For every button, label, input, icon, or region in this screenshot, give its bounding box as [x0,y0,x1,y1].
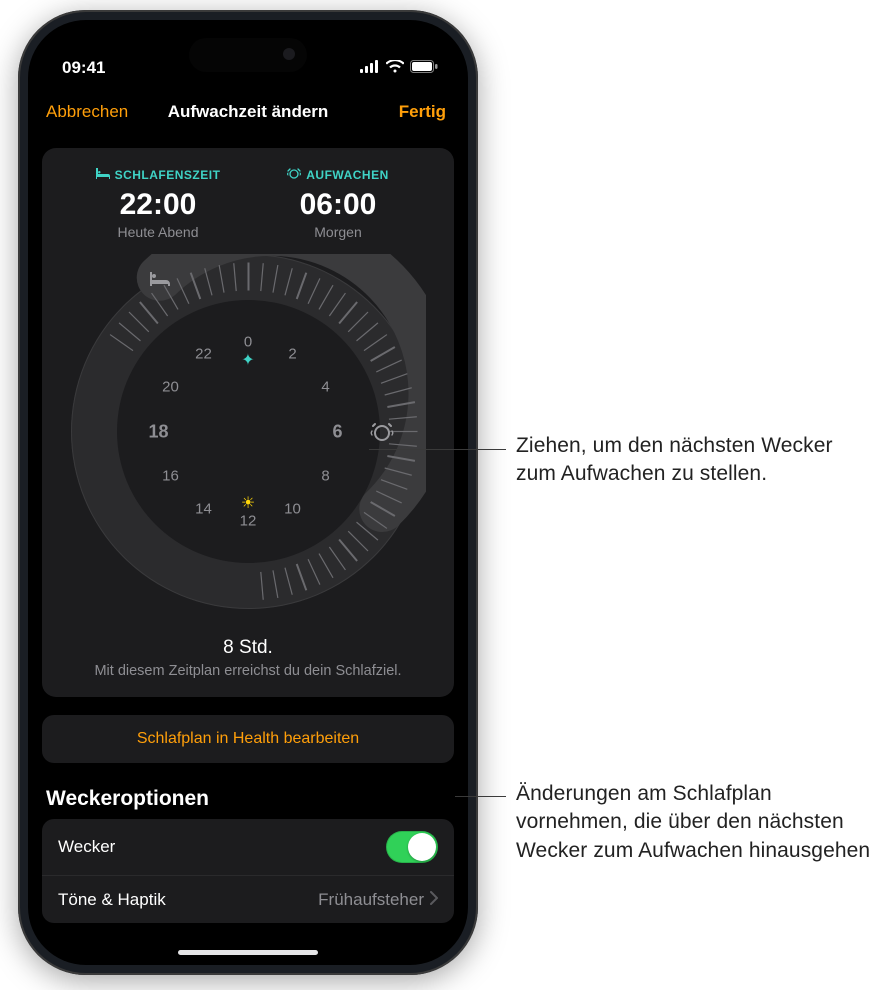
sparkle-icon: ✦ [241,350,254,370]
alarm-toggle-row[interactable]: Wecker [42,819,454,875]
screen: 09:41 Abbrechen Aufwachzeit ändern Ferti… [28,20,468,965]
bedtime-sub: Heute Abend [88,224,228,240]
alarm-options-header: Weckeroptionen [46,787,450,811]
callout-text-1: Ziehen, um den nächsten Wecker zum Aufwa… [516,432,871,489]
waketime-value: 06:00 [268,188,408,222]
wifi-icon [386,58,404,78]
bedtime-handle[interactable] [139,257,181,299]
notch [189,38,307,72]
dial-hour-4: 4 [321,379,329,396]
callout-text-2: Änderungen am Schlafplan vornehmen, die … [516,780,871,865]
nav-bar: Abbrechen Aufwachzeit ändern Fertig [28,90,468,134]
dial-hour-0: 0 [244,334,252,351]
duration-goal-text: Mit diesem Zeitplan erreichst du dein Sc… [54,663,442,679]
waketime-label: AUFWACHEN [306,168,389,182]
dial-hour-2: 2 [288,346,296,363]
dial-hour-22: 22 [195,346,212,363]
page-title: Aufwachzeit ändern [168,102,329,122]
alarm-toggle-label: Wecker [58,837,115,857]
cellular-icon [360,58,380,78]
waketime-handle[interactable] [361,411,403,453]
dial-hour-6: 6 [332,421,342,442]
content: SCHLAFENSZEIT 22:00 Heute Abend AUFWACHE… [28,134,468,959]
callout-leader-2 [455,796,506,797]
phone-frame: 09:41 Abbrechen Aufwachzeit ändern Ferti… [18,10,478,975]
sleep-dial-card: SCHLAFENSZEIT 22:00 Heute Abend AUFWACHE… [42,148,454,697]
alarm-icon [287,167,301,182]
dial-hour-18: 18 [148,421,168,442]
edit-schedule-button[interactable]: Schlafplan in Health bearbeiten [42,715,454,763]
home-indicator[interactable] [178,950,318,955]
dial-hour-16: 16 [162,468,179,485]
sleep-wake-header: SCHLAFENSZEIT 22:00 Heute Abend AUFWACHE… [54,166,442,240]
status-time: 09:41 [62,58,105,78]
alarm-options-list: Wecker Töne & Haptik Frühaufsteher [42,819,454,923]
dial-hour-8: 8 [321,468,329,485]
bedtime-block: SCHLAFENSZEIT 22:00 Heute Abend [88,166,228,240]
dial-hour-12: 12 [240,513,257,530]
sounds-row[interactable]: Töne & Haptik Frühaufsteher [42,875,454,923]
sounds-label: Töne & Haptik [58,890,166,910]
cancel-button[interactable]: Abbrechen [46,90,128,134]
callout-leader-1 [369,449,506,450]
sleep-dial[interactable]: 0 ✦ 2 4 6 8 10 12 ☀ 14 16 18 20 22 [71,254,426,609]
sun-icon: ☀ [241,493,255,513]
bed-icon [96,168,110,182]
alarm-toggle-switch[interactable] [386,831,438,863]
done-button[interactable]: Fertig [399,90,446,134]
dial-hour-14: 14 [195,501,212,518]
bedtime-value: 22:00 [88,188,228,222]
duration-value: 8 Std. [54,637,442,659]
battery-icon [410,58,438,78]
waketime-block: AUFWACHEN 06:00 Morgen [268,166,408,240]
dial-hour-10: 10 [284,501,301,518]
status-right [360,58,438,78]
bedtime-label: SCHLAFENSZEIT [115,168,221,182]
duration-block: 8 Std. Mit diesem Zeitplan erreichst du … [54,637,442,679]
waketime-sub: Morgen [268,224,408,240]
chevron-right-icon [430,890,438,910]
sounds-value: Frühaufsteher [318,890,424,910]
dial-hour-20: 20 [162,379,179,396]
